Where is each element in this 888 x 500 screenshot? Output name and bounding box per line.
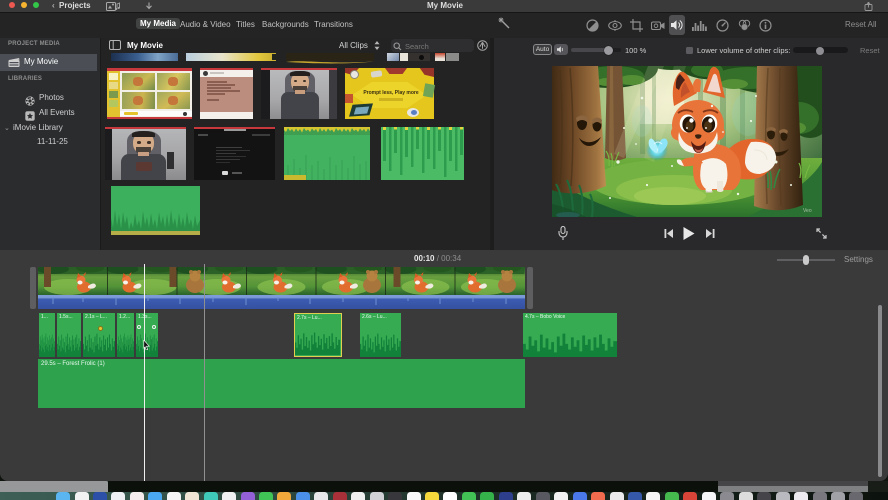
svg-text:Veo: Veo xyxy=(803,208,812,214)
